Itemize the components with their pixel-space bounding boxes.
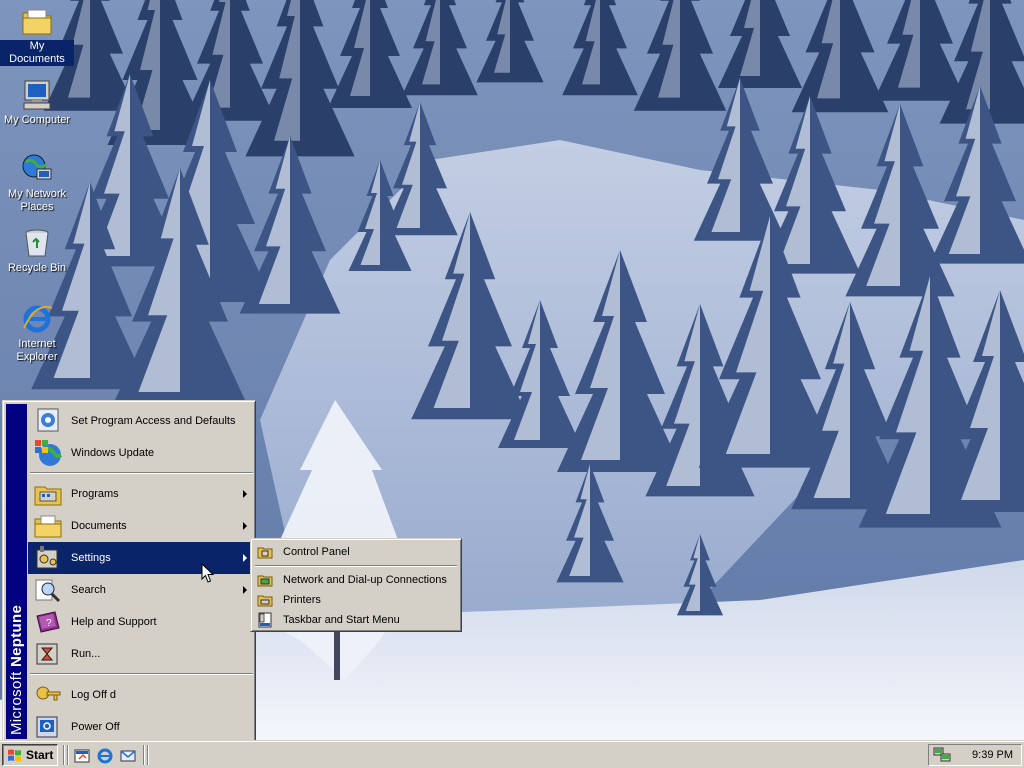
submenu-item-network-connections[interactable]: Network and Dial-up Connections [254, 570, 458, 590]
menu-item-power-off[interactable]: Power Off [28, 711, 253, 743]
desktop-icon-my-computer[interactable]: My Computer [0, 78, 74, 127]
menu-item-label: Power Off [71, 721, 120, 733]
banner-brand: Microsoft [8, 666, 25, 735]
internet-explorer-icon[interactable] [96, 747, 114, 765]
start-label: Start [26, 748, 54, 762]
menu-item-label: Log Off d [71, 689, 117, 701]
log-off-icon [36, 686, 61, 701]
menu-separator [30, 673, 253, 675]
svg-text:?: ? [46, 618, 52, 629]
submenu-item-printers[interactable]: Printers [254, 590, 458, 610]
menu-item-windows-update[interactable]: Windows Update [28, 437, 253, 469]
run-icon [36, 643, 58, 665]
windows-logo-icon [8, 749, 21, 762]
settings-submenu: Control Panel Network and Dial-up Connec… [250, 538, 462, 632]
menu-item-label: Help and Support [71, 616, 157, 628]
taskbar: Start 9:39 PM [0, 740, 1024, 768]
taskbar-separator [63, 745, 65, 765]
menu-item-label: Run... [71, 648, 101, 660]
network-tray-icon[interactable] [933, 747, 951, 763]
outlook-express-icon[interactable] [119, 747, 137, 765]
desktop-icon-my-network-places[interactable]: My Network Places [0, 152, 74, 214]
submenu-arrow-icon [243, 490, 247, 498]
menu-item-label: Set Program Access and Defaults [71, 415, 236, 427]
control-panel-icon [257, 547, 273, 559]
menu-item-settings[interactable]: Settings [28, 542, 253, 574]
printers-icon [257, 595, 273, 607]
menu-item-documents[interactable]: Documents [28, 510, 253, 542]
settings-icon [36, 546, 58, 569]
program-access-icon [37, 408, 59, 432]
start-menu: Microsoft Neptune Set Program Access and… [2, 400, 256, 742]
menu-item-label: Settings [71, 552, 111, 564]
desktop-icon-label: Internet Explorer [16, 338, 58, 363]
documents-icon [34, 515, 62, 538]
menu-item-label: Search [71, 584, 106, 596]
menu-item-search[interactable]: Search [28, 574, 253, 606]
desktop-icon-recycle-bin[interactable]: Recycle Bin [0, 226, 74, 275]
menu-separator [30, 472, 253, 474]
desktop-icon-label: My Network Places [7, 188, 67, 213]
submenu-item-control-panel[interactable]: Control Panel [254, 542, 458, 562]
desktop-icon-label: Recycle Bin [7, 262, 67, 274]
submenu-item-label: Network and Dial-up Connections [283, 574, 447, 586]
menu-item-label: Documents [71, 520, 127, 532]
show-desktop-icon[interactable] [73, 747, 91, 765]
start-button[interactable]: Start [2, 744, 58, 766]
menu-item-help-and-support[interactable]: ? Help and Support [28, 606, 253, 638]
submenu-item-label: Taskbar and Start Menu [283, 614, 400, 626]
menu-item-programs[interactable]: Programs [28, 478, 253, 510]
banner-product: Neptune [8, 604, 25, 667]
mouse-cursor-icon [201, 563, 215, 583]
programs-icon [34, 486, 62, 506]
system-tray: 9:39 PM [928, 744, 1022, 766]
windows-update-icon [35, 440, 63, 466]
internet-explorer-icon [23, 305, 53, 333]
menu-item-label: Windows Update [71, 447, 155, 459]
desktop-icon-label: My Documents [0, 40, 74, 66]
submenu-arrow-icon [243, 586, 247, 594]
desktop-icon-my-documents[interactable]: My Documents [0, 4, 74, 66]
submenu-separator [255, 565, 457, 567]
taskbar-settings-icon [258, 612, 272, 628]
submenu-arrow-icon [243, 522, 247, 530]
desktop-icon-label: My Computer [3, 114, 71, 126]
taskbar-clock[interactable]: 9:39 PM [972, 749, 1013, 761]
taskbar-separator [67, 745, 69, 765]
my-documents-icon [22, 9, 52, 35]
desktop-icon-internet-explorer[interactable]: Internet Explorer [0, 302, 74, 364]
taskbar-separator [147, 745, 149, 765]
menu-item-label: Programs [71, 488, 119, 500]
submenu-item-taskbar-and-start-menu[interactable]: Taskbar and Start Menu [254, 610, 458, 630]
submenu-item-label: Control Panel [283, 546, 350, 558]
recycle-bin-icon [25, 229, 49, 257]
start-menu-banner: Microsoft Neptune [6, 404, 27, 739]
help-icon: ? [36, 611, 60, 633]
menu-item-run[interactable]: Run... [28, 638, 253, 670]
power-off-icon [36, 716, 58, 738]
menu-item-log-off[interactable]: Log Off d [28, 679, 253, 711]
search-icon [35, 579, 61, 603]
network-connections-icon [257, 575, 273, 587]
taskbar-separator [143, 745, 145, 765]
submenu-arrow-icon [243, 554, 247, 562]
submenu-item-label: Printers [283, 594, 321, 606]
my-computer-icon [23, 80, 51, 110]
menu-item-set-program-access[interactable]: Set Program Access and Defaults [28, 405, 253, 437]
my-network-places-icon [22, 154, 52, 180]
